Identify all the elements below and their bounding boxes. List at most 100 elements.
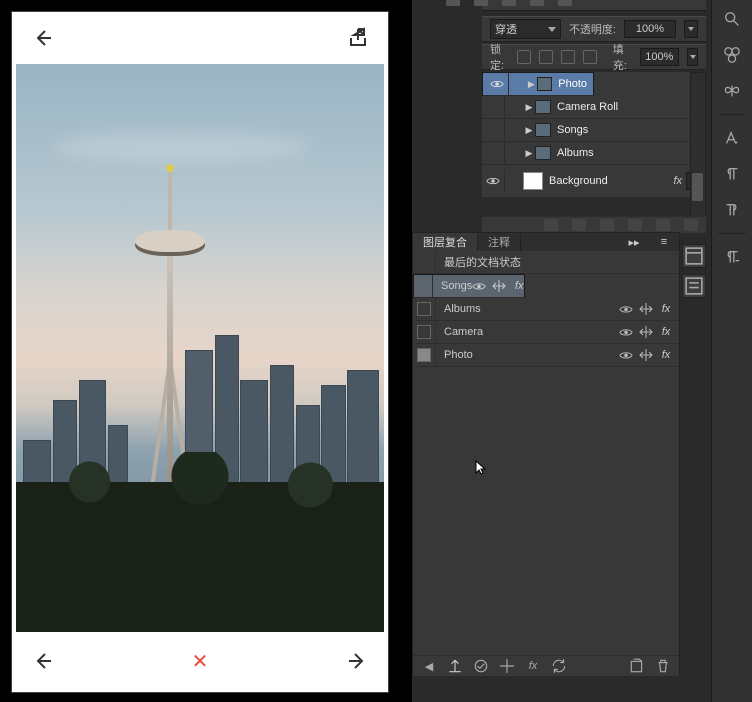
styles-panel-icon[interactable]: [718, 244, 746, 270]
layers-scrollbar[interactable]: [690, 72, 706, 218]
update-visibility-icon[interactable]: [473, 659, 489, 673]
folder-icon: [537, 77, 552, 91]
fill-value[interactable]: 100%: [640, 48, 679, 66]
visibility-toggle[interactable]: [482, 119, 505, 141]
update-comp-icon[interactable]: [551, 659, 567, 673]
layers-panel: ▶ Photo ▶ Camera Roll ▶ Songs ▶ Albums: [482, 72, 706, 198]
paragraph-rtl-icon[interactable]: [718, 197, 746, 223]
layer-comps-panel: 图层复合 注释 ▸▸ ≡ 最后的文档状态 Songs fx: [412, 232, 680, 674]
applied-icon: [417, 348, 431, 362]
info-panel-icon[interactable]: [682, 274, 706, 298]
new-comp-icon[interactable]: [629, 659, 645, 673]
close-icon[interactable]: ✕: [192, 649, 209, 674]
artboard-preview: ✕: [12, 12, 388, 692]
layer-style-icon[interactable]: [572, 219, 586, 231]
comp-row[interactable]: Songs fx: [413, 274, 525, 298]
comp-row[interactable]: Camera fx: [413, 321, 679, 344]
disclosure-icon[interactable]: ▶: [523, 125, 535, 136]
comps-bottom-bar: ◀ fx: [413, 655, 679, 676]
fill-dropdown[interactable]: [687, 48, 698, 66]
back-icon[interactable]: [30, 26, 54, 50]
prev-comp-icon[interactable]: ◀: [421, 659, 437, 673]
layer-thumbnail: [523, 172, 543, 190]
visibility-toggle[interactable]: [482, 170, 505, 192]
disclosure-icon[interactable]: ▶: [523, 102, 535, 113]
blend-mode-select[interactable]: 穿透: [490, 19, 561, 39]
new-layer-icon[interactable]: [656, 219, 670, 231]
folder-icon: [535, 123, 551, 137]
comp-name: Songs: [433, 280, 472, 292]
delete-comp-icon[interactable]: [655, 659, 671, 673]
appearance-icon[interactable]: fx: [659, 348, 673, 362]
appearance-icon[interactable]: fx: [512, 279, 526, 293]
panel-menu-icon[interactable]: ≡: [649, 236, 679, 248]
layer-name: Songs: [557, 124, 700, 136]
comp-row[interactable]: Albums fx: [413, 298, 679, 321]
opacity-value[interactable]: 100%: [624, 20, 676, 38]
lock-all-icon[interactable]: [583, 50, 597, 64]
share-icon[interactable]: [346, 26, 370, 50]
search-button[interactable]: [718, 6, 746, 32]
appearance-icon[interactable]: fx: [659, 302, 673, 316]
prev-icon[interactable]: [30, 649, 54, 673]
layer-row-background[interactable]: Background fx: [482, 165, 706, 198]
character-panel-icon[interactable]: [718, 125, 746, 151]
visibility-toggle[interactable]: [487, 73, 509, 95]
visibility-toggle[interactable]: [482, 96, 505, 118]
opacity-dropdown[interactable]: [684, 20, 698, 38]
visibility-icon[interactable]: [472, 279, 486, 293]
opacity-label: 不透明度:: [569, 21, 616, 37]
comp-name: Camera: [436, 326, 619, 338]
layer-row[interactable]: ▶ Songs: [482, 119, 706, 142]
lock-pixels-icon[interactable]: [539, 50, 553, 64]
lock-row: 锁定: 填充: 100%: [482, 44, 706, 70]
disclosure-icon[interactable]: ▶: [523, 148, 535, 159]
visibility-icon[interactable]: [619, 325, 633, 339]
update-appearance-icon[interactable]: fx: [525, 659, 541, 673]
tab-notes[interactable]: 注释: [478, 233, 521, 251]
lock-transparency-icon[interactable]: [517, 50, 531, 64]
apply-comp-toggle[interactable]: [413, 298, 436, 320]
paragraph-panel-icon[interactable]: [718, 161, 746, 187]
apply-comp-toggle[interactable]: [413, 344, 436, 366]
position-icon[interactable]: [492, 279, 506, 293]
next-icon[interactable]: [346, 649, 370, 673]
glyph-butterfly-icon[interactable]: [718, 78, 746, 104]
new-group-icon[interactable]: [628, 219, 642, 231]
apply-comp-toggle[interactable]: [413, 251, 436, 273]
collapse-icon[interactable]: ▸▸: [619, 236, 649, 249]
tab-layer-comps[interactable]: 图层复合: [413, 233, 478, 251]
position-icon[interactable]: [639, 302, 653, 316]
layer-name: Albums: [557, 147, 700, 159]
comp-name: 最后的文档状态: [436, 254, 673, 270]
layers-bottom-bar: [482, 216, 706, 233]
comp-name: Photo: [436, 349, 619, 361]
visibility-toggle[interactable]: [482, 142, 505, 164]
visibility-icon[interactable]: [619, 302, 633, 316]
position-icon[interactable]: [639, 325, 653, 339]
apply-comp-toggle[interactable]: [413, 321, 436, 343]
link-layers-icon[interactable]: [544, 219, 558, 231]
comp-row[interactable]: Photo fx: [413, 344, 679, 367]
fx-badge[interactable]: fx: [673, 175, 682, 187]
layer-mask-icon[interactable]: [600, 219, 614, 231]
disclosure-icon[interactable]: ▶: [526, 79, 537, 90]
layer-row[interactable]: ▶ Camera Roll: [482, 96, 706, 119]
lock-label: 锁定:: [490, 41, 509, 73]
position-icon[interactable]: [639, 348, 653, 362]
appearance-icon[interactable]: fx: [659, 325, 673, 339]
lock-position-icon[interactable]: [561, 50, 575, 64]
preview-topbar: [12, 12, 388, 64]
preview-bottombar: ✕: [12, 632, 388, 689]
layer-row[interactable]: ▶ Albums: [482, 142, 706, 165]
layer-row[interactable]: ▶ Photo: [482, 72, 594, 96]
properties-panel-icon[interactable]: [682, 244, 706, 268]
delete-layer-icon[interactable]: [684, 219, 698, 231]
cursor-icon: [472, 460, 488, 476]
comp-last-state[interactable]: 最后的文档状态: [413, 251, 679, 274]
next-comp-icon[interactable]: [447, 659, 463, 673]
update-position-icon[interactable]: [499, 659, 515, 673]
visibility-icon[interactable]: [619, 348, 633, 362]
libraries-icon[interactable]: [718, 42, 746, 68]
apply-comp-toggle[interactable]: [418, 275, 433, 297]
